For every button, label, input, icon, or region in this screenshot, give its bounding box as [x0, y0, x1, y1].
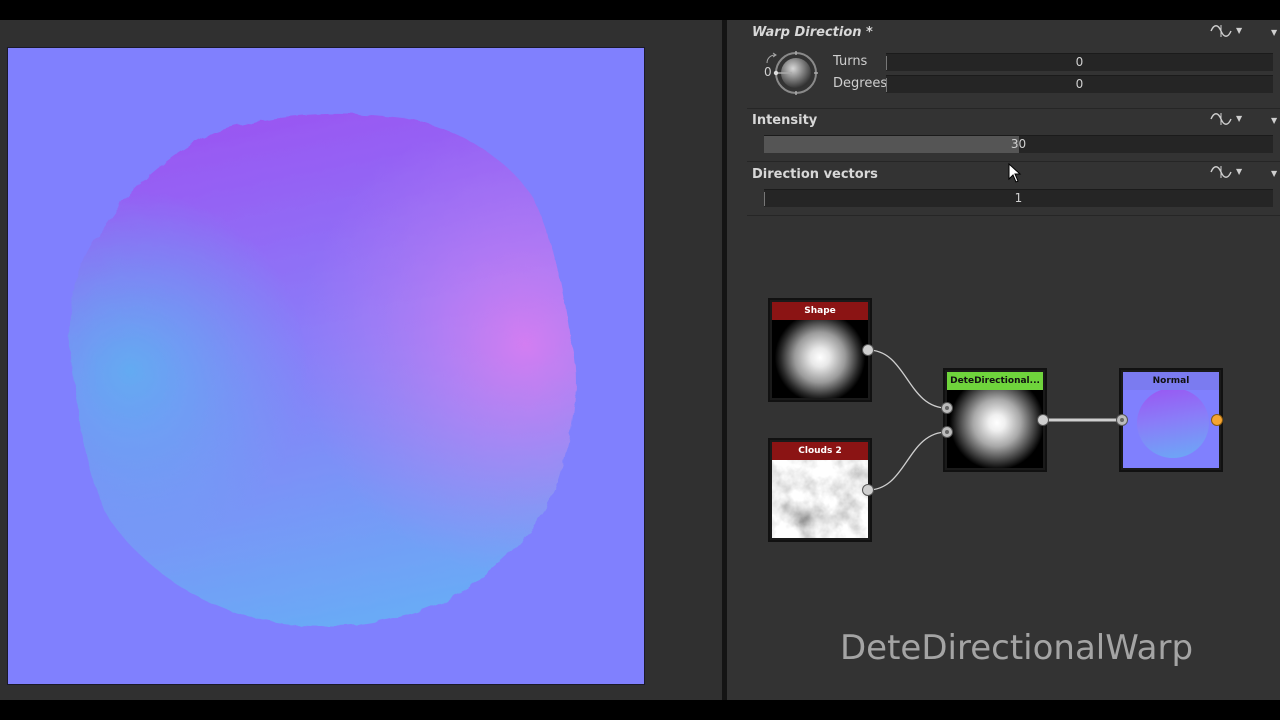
node-clouds-thumbnail: [772, 460, 868, 538]
chevron-down-icon[interactable]: ▼: [1271, 28, 1277, 37]
node-normal-output-port[interactable]: [1211, 414, 1223, 426]
normal-map-preview[interactable]: [7, 47, 645, 685]
node-warp-input-port-1[interactable]: [941, 402, 953, 414]
node-dete-directional-warp[interactable]: DeteDirectional...: [943, 368, 1047, 472]
turns-value: 0: [1075, 55, 1084, 69]
wave-icon[interactable]: [1210, 24, 1232, 38]
degrees-slider[interactable]: 0: [886, 75, 1273, 93]
chevron-down-icon[interactable]: ▼: [1236, 167, 1242, 176]
mouse-cursor-icon: [1008, 163, 1022, 183]
chevron-down-icon[interactable]: ▼: [1271, 116, 1277, 125]
chevron-down-icon[interactable]: ▼: [1271, 169, 1277, 178]
node-warp-header: DeteDirectional...: [947, 372, 1043, 390]
rotate-icon: [766, 52, 777, 64]
section-intensity: Intensity ▼ ▼ 30: [747, 108, 1280, 162]
direction-vectors-slider[interactable]: 1: [764, 189, 1273, 207]
watermark-title: DeteDirectionalWarp: [840, 628, 1194, 668]
direction-vectors-value: 1: [1014, 191, 1023, 205]
parameters-panel: Warp Direction * ▼ ▼ 0 Turns 0 Degrees 0…: [727, 20, 1280, 700]
node-clouds-2[interactable]: Clouds 2: [768, 438, 872, 542]
node-normal-thumbnail: [1123, 390, 1219, 468]
node-normal-input-port[interactable]: [1116, 414, 1128, 426]
wave-icon[interactable]: [1210, 165, 1232, 179]
degrees-value: 0: [1075, 77, 1084, 91]
wave-icon[interactable]: [1210, 112, 1232, 126]
direction-vectors-title: Direction vectors: [752, 167, 878, 182]
node-normal[interactable]: Normal: [1119, 368, 1223, 472]
node-shape[interactable]: Shape: [768, 298, 872, 402]
intensity-value: 30: [1010, 137, 1027, 151]
node-warp-thumbnail: [947, 390, 1043, 468]
turns-label: Turns: [833, 54, 868, 69]
node-shape-output-port[interactable]: [862, 344, 874, 356]
node-warp-input-port-2[interactable]: [941, 426, 953, 438]
direction-vectors-tools: ▼ ▼: [1210, 165, 1280, 181]
warp-direction-title: Warp Direction *: [752, 25, 873, 40]
node-clouds-header: Clouds 2: [772, 442, 868, 460]
intensity-slider[interactable]: 30: [764, 135, 1273, 153]
section-warp-direction: Warp Direction * ▼ ▼ 0 Turns 0 Degrees 0: [747, 20, 1280, 109]
degrees-label: Degrees: [833, 76, 888, 91]
node-shape-thumbnail: [772, 320, 868, 398]
turns-slider[interactable]: 0: [886, 53, 1273, 71]
intensity-tools: ▼ ▼: [1210, 112, 1280, 128]
bottom-bar: [0, 700, 1280, 720]
node-shape-header: Shape: [772, 302, 868, 320]
intensity-title: Intensity: [752, 113, 818, 128]
node-clouds-output-port[interactable]: [862, 484, 874, 496]
viewport-2d[interactable]: [0, 20, 722, 700]
top-bar: [0, 0, 1280, 20]
normal-map-blob: [69, 113, 576, 627]
chevron-down-icon[interactable]: ▼: [1236, 114, 1242, 123]
node-normal-header: Normal: [1123, 372, 1219, 390]
chevron-down-icon[interactable]: ▼: [1236, 26, 1242, 35]
warp-direction-tools: ▼ ▼: [1210, 24, 1280, 40]
node-warp-output-port[interactable]: [1037, 414, 1049, 426]
